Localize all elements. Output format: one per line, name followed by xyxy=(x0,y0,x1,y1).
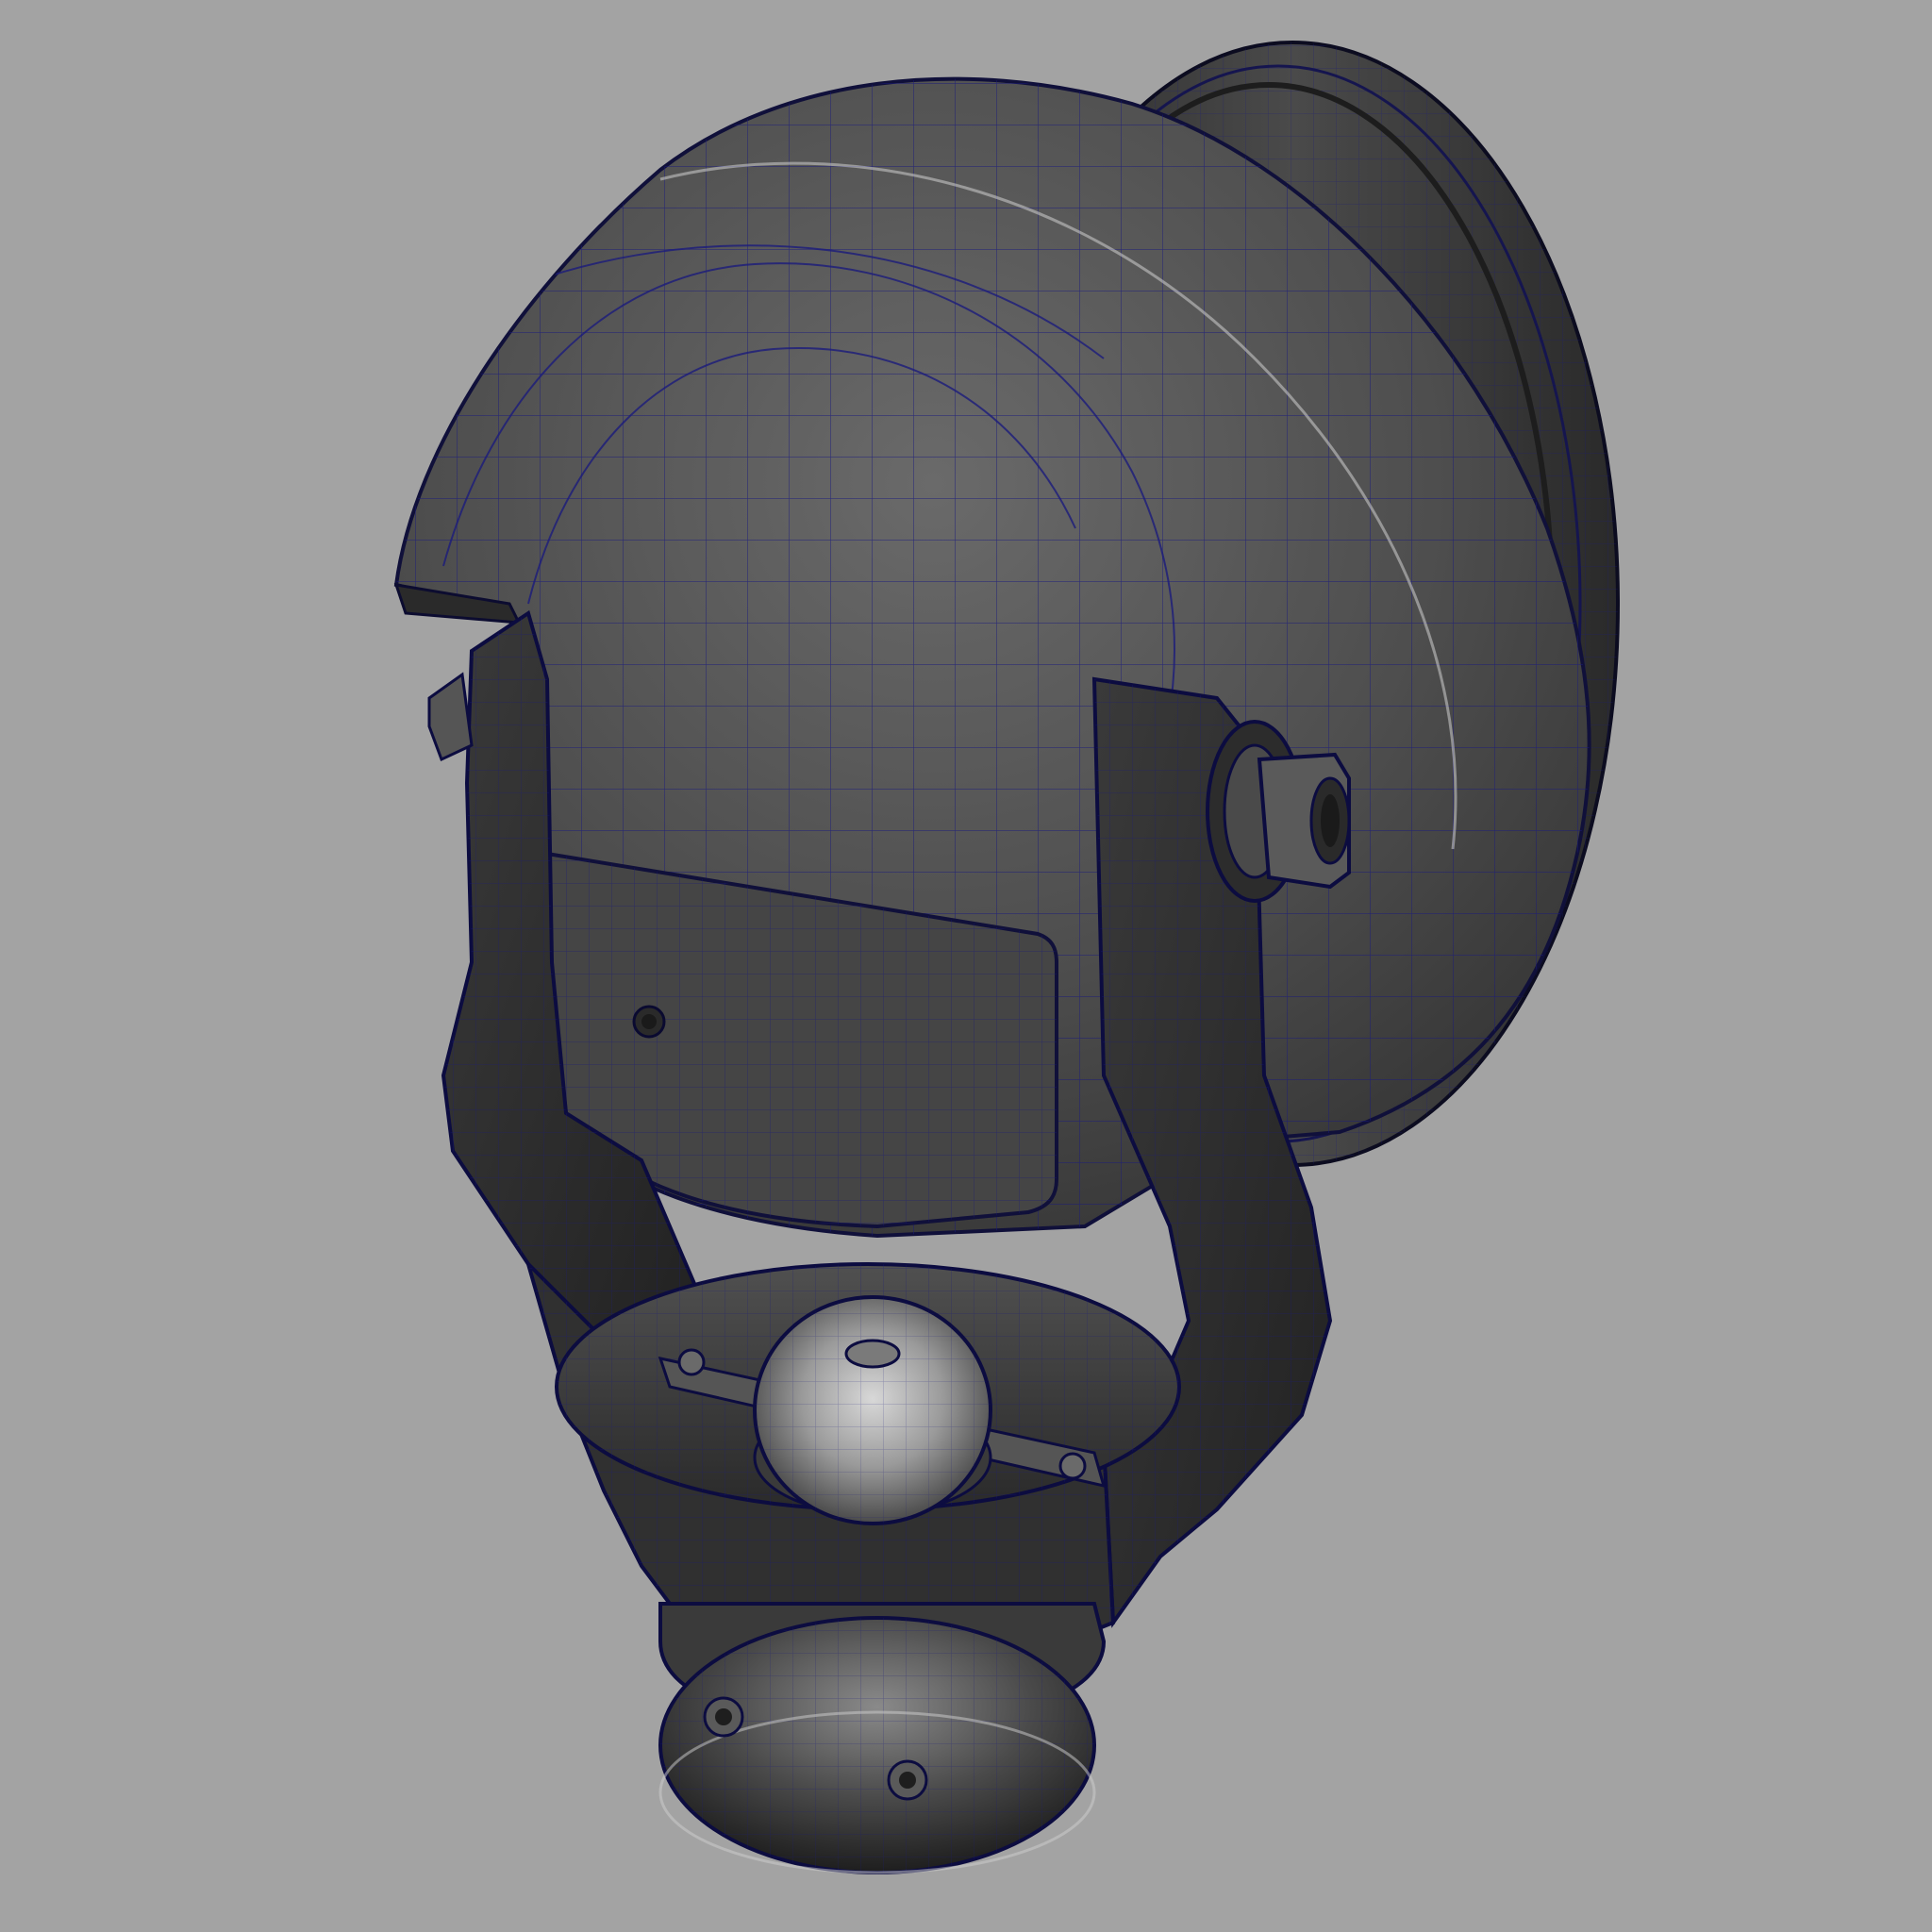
model-render xyxy=(393,41,1620,1874)
base-pedestal xyxy=(658,1602,1107,1874)
viewport-canvas xyxy=(0,0,1932,1932)
center-cap-dome xyxy=(753,1295,992,1525)
pivot-bolt-left xyxy=(427,672,474,762)
